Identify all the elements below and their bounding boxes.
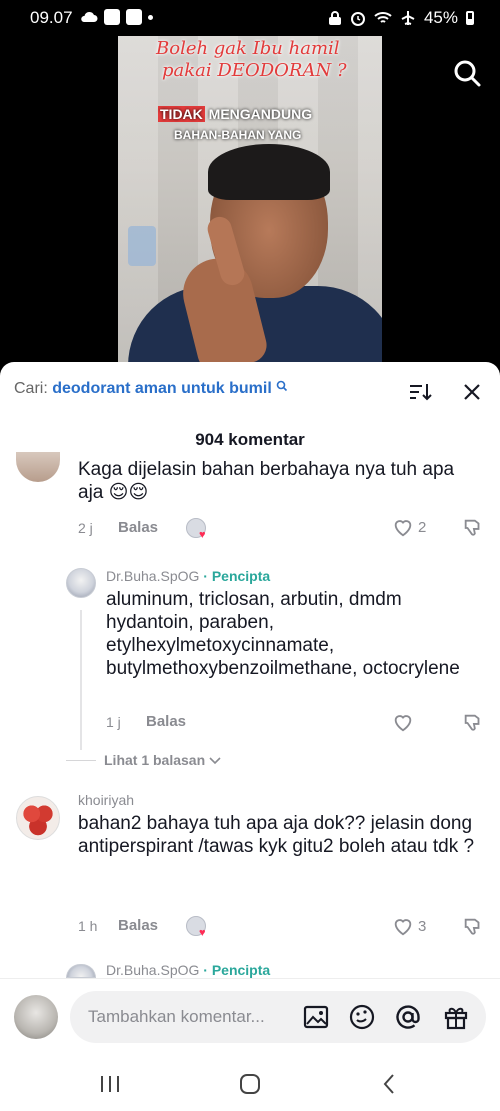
- creator-username[interactable]: Dr.Buha.SpOG · Pencipta: [106, 568, 270, 584]
- chevron-down-icon: [209, 757, 221, 765]
- creator-username[interactable]: Dr.Buha.SpOG · Pencipta: [106, 962, 270, 978]
- comment-text: bahan2 bahaya tuh apa aja dok?? jelasin …: [78, 813, 475, 857]
- more-replies-line: [66, 760, 96, 761]
- sort-icon[interactable]: [408, 380, 432, 404]
- more-notifications-icon: [148, 14, 153, 20]
- caption-red-word: TIDAK: [158, 106, 205, 122]
- avatar[interactable]: [16, 796, 60, 840]
- view-more-replies[interactable]: Lihat 1 balasan: [104, 752, 221, 768]
- battery-percentage: 45%: [423, 8, 458, 27]
- reply-text: aluminum, triclosan, arbutin, dmdm hydan…: [106, 589, 460, 679]
- creator-badge: · Pencipta: [203, 962, 271, 978]
- gift-icon[interactable]: [442, 1003, 470, 1031]
- heart-icon[interactable]: [392, 516, 414, 538]
- search-small-icon: [276, 380, 288, 392]
- search-query-link[interactable]: deodorant aman untuk bumil: [52, 380, 272, 397]
- video-player[interactable]: Boleh gak Ibu hamil pakai DEODORAN ? TID…: [118, 36, 382, 366]
- my-avatar: [14, 995, 58, 1039]
- like-count: 3: [418, 918, 427, 935]
- status-bar: 09.07 45%: [0, 0, 500, 36]
- sticker-icon[interactable]: [348, 1003, 376, 1031]
- creator-avatar[interactable]: [66, 964, 96, 978]
- reply-button[interactable]: Balas: [118, 917, 158, 934]
- creator-badge: · Pencipta: [203, 568, 271, 584]
- creator-heart-icon: ♥: [199, 529, 206, 541]
- cloud-icon: [81, 11, 98, 22]
- heart-icon[interactable]: [392, 711, 414, 733]
- reply-button[interactable]: Balas: [146, 713, 186, 730]
- image-icon[interactable]: [302, 1003, 330, 1031]
- status-right-icons: 45%: [328, 8, 474, 28]
- heart-icon[interactable]: [392, 915, 414, 937]
- back-icon[interactable]: [376, 1070, 404, 1098]
- creator-name[interactable]: Dr.Buha.SpOG: [106, 568, 199, 584]
- dislike-icon[interactable]: [462, 916, 484, 938]
- doctor-hair: [208, 144, 330, 200]
- medical-equipment: [128, 226, 156, 266]
- video-caption-line3: TIDAK MENGANDUNG: [158, 106, 312, 122]
- battery-icon: [466, 11, 474, 25]
- comment-time: 1 h: [78, 918, 98, 934]
- comment-username[interactable]: khoiriyah: [78, 792, 134, 808]
- avatar[interactable]: [16, 452, 60, 482]
- reply-button[interactable]: Balas: [118, 519, 158, 536]
- status-left-icons: [80, 9, 153, 25]
- comment-text: Kaga dijelasin bahan berbahaya nya tuh a…: [78, 459, 455, 503]
- system-nav-bar: [0, 1058, 500, 1111]
- search-prefix: Cari:: [14, 380, 48, 397]
- caption-bold-word: MENGANDUNG: [204, 106, 313, 122]
- status-time: 09.07: [30, 8, 73, 27]
- dislike-icon[interactable]: [462, 712, 484, 734]
- linkedin-icon: [104, 9, 120, 25]
- lock-icon: [328, 11, 341, 25]
- creator-avatar[interactable]: [66, 568, 96, 598]
- comment-input-bar: Tambahkan komentar...: [0, 978, 500, 1058]
- close-icon[interactable]: [460, 380, 484, 404]
- dislike-icon[interactable]: [462, 517, 484, 539]
- search-icon[interactable]: [452, 58, 482, 88]
- wifi-icon: [374, 12, 392, 23]
- recent-apps-icon[interactable]: [96, 1070, 124, 1098]
- thread-line: [80, 610, 82, 750]
- reply-time: 1 j: [106, 714, 121, 730]
- airplane-mode-icon: [401, 11, 415, 25]
- like-count: 2: [418, 519, 427, 536]
- creator-heart-icon: ♥: [199, 927, 206, 939]
- creator-name[interactable]: Dr.Buha.SpOG: [106, 962, 199, 978]
- image-notification-icon: [126, 9, 142, 25]
- comment-time: 2 j: [78, 520, 93, 536]
- video-caption-line4: BAHAN-BAHAN YANG: [174, 128, 302, 142]
- home-icon[interactable]: [236, 1070, 264, 1098]
- comment-input-placeholder: Tambahkan komentar...: [88, 1007, 265, 1026]
- comment-input[interactable]: Tambahkan komentar...: [70, 991, 486, 1043]
- view-more-replies-label[interactable]: Lihat 1 balasan: [104, 752, 205, 768]
- comment-count: 904 komentar: [195, 430, 305, 449]
- video-caption-line1: Boleh gak Ibu hamil: [156, 38, 340, 59]
- video-caption-line2: pakai DEODORAN ?: [162, 60, 347, 81]
- alarm-icon: [350, 12, 365, 26]
- comment-search-suggestion[interactable]: Cari: deodorant aman untuk bumil: [14, 380, 500, 406]
- mention-icon[interactable]: [394, 1003, 422, 1031]
